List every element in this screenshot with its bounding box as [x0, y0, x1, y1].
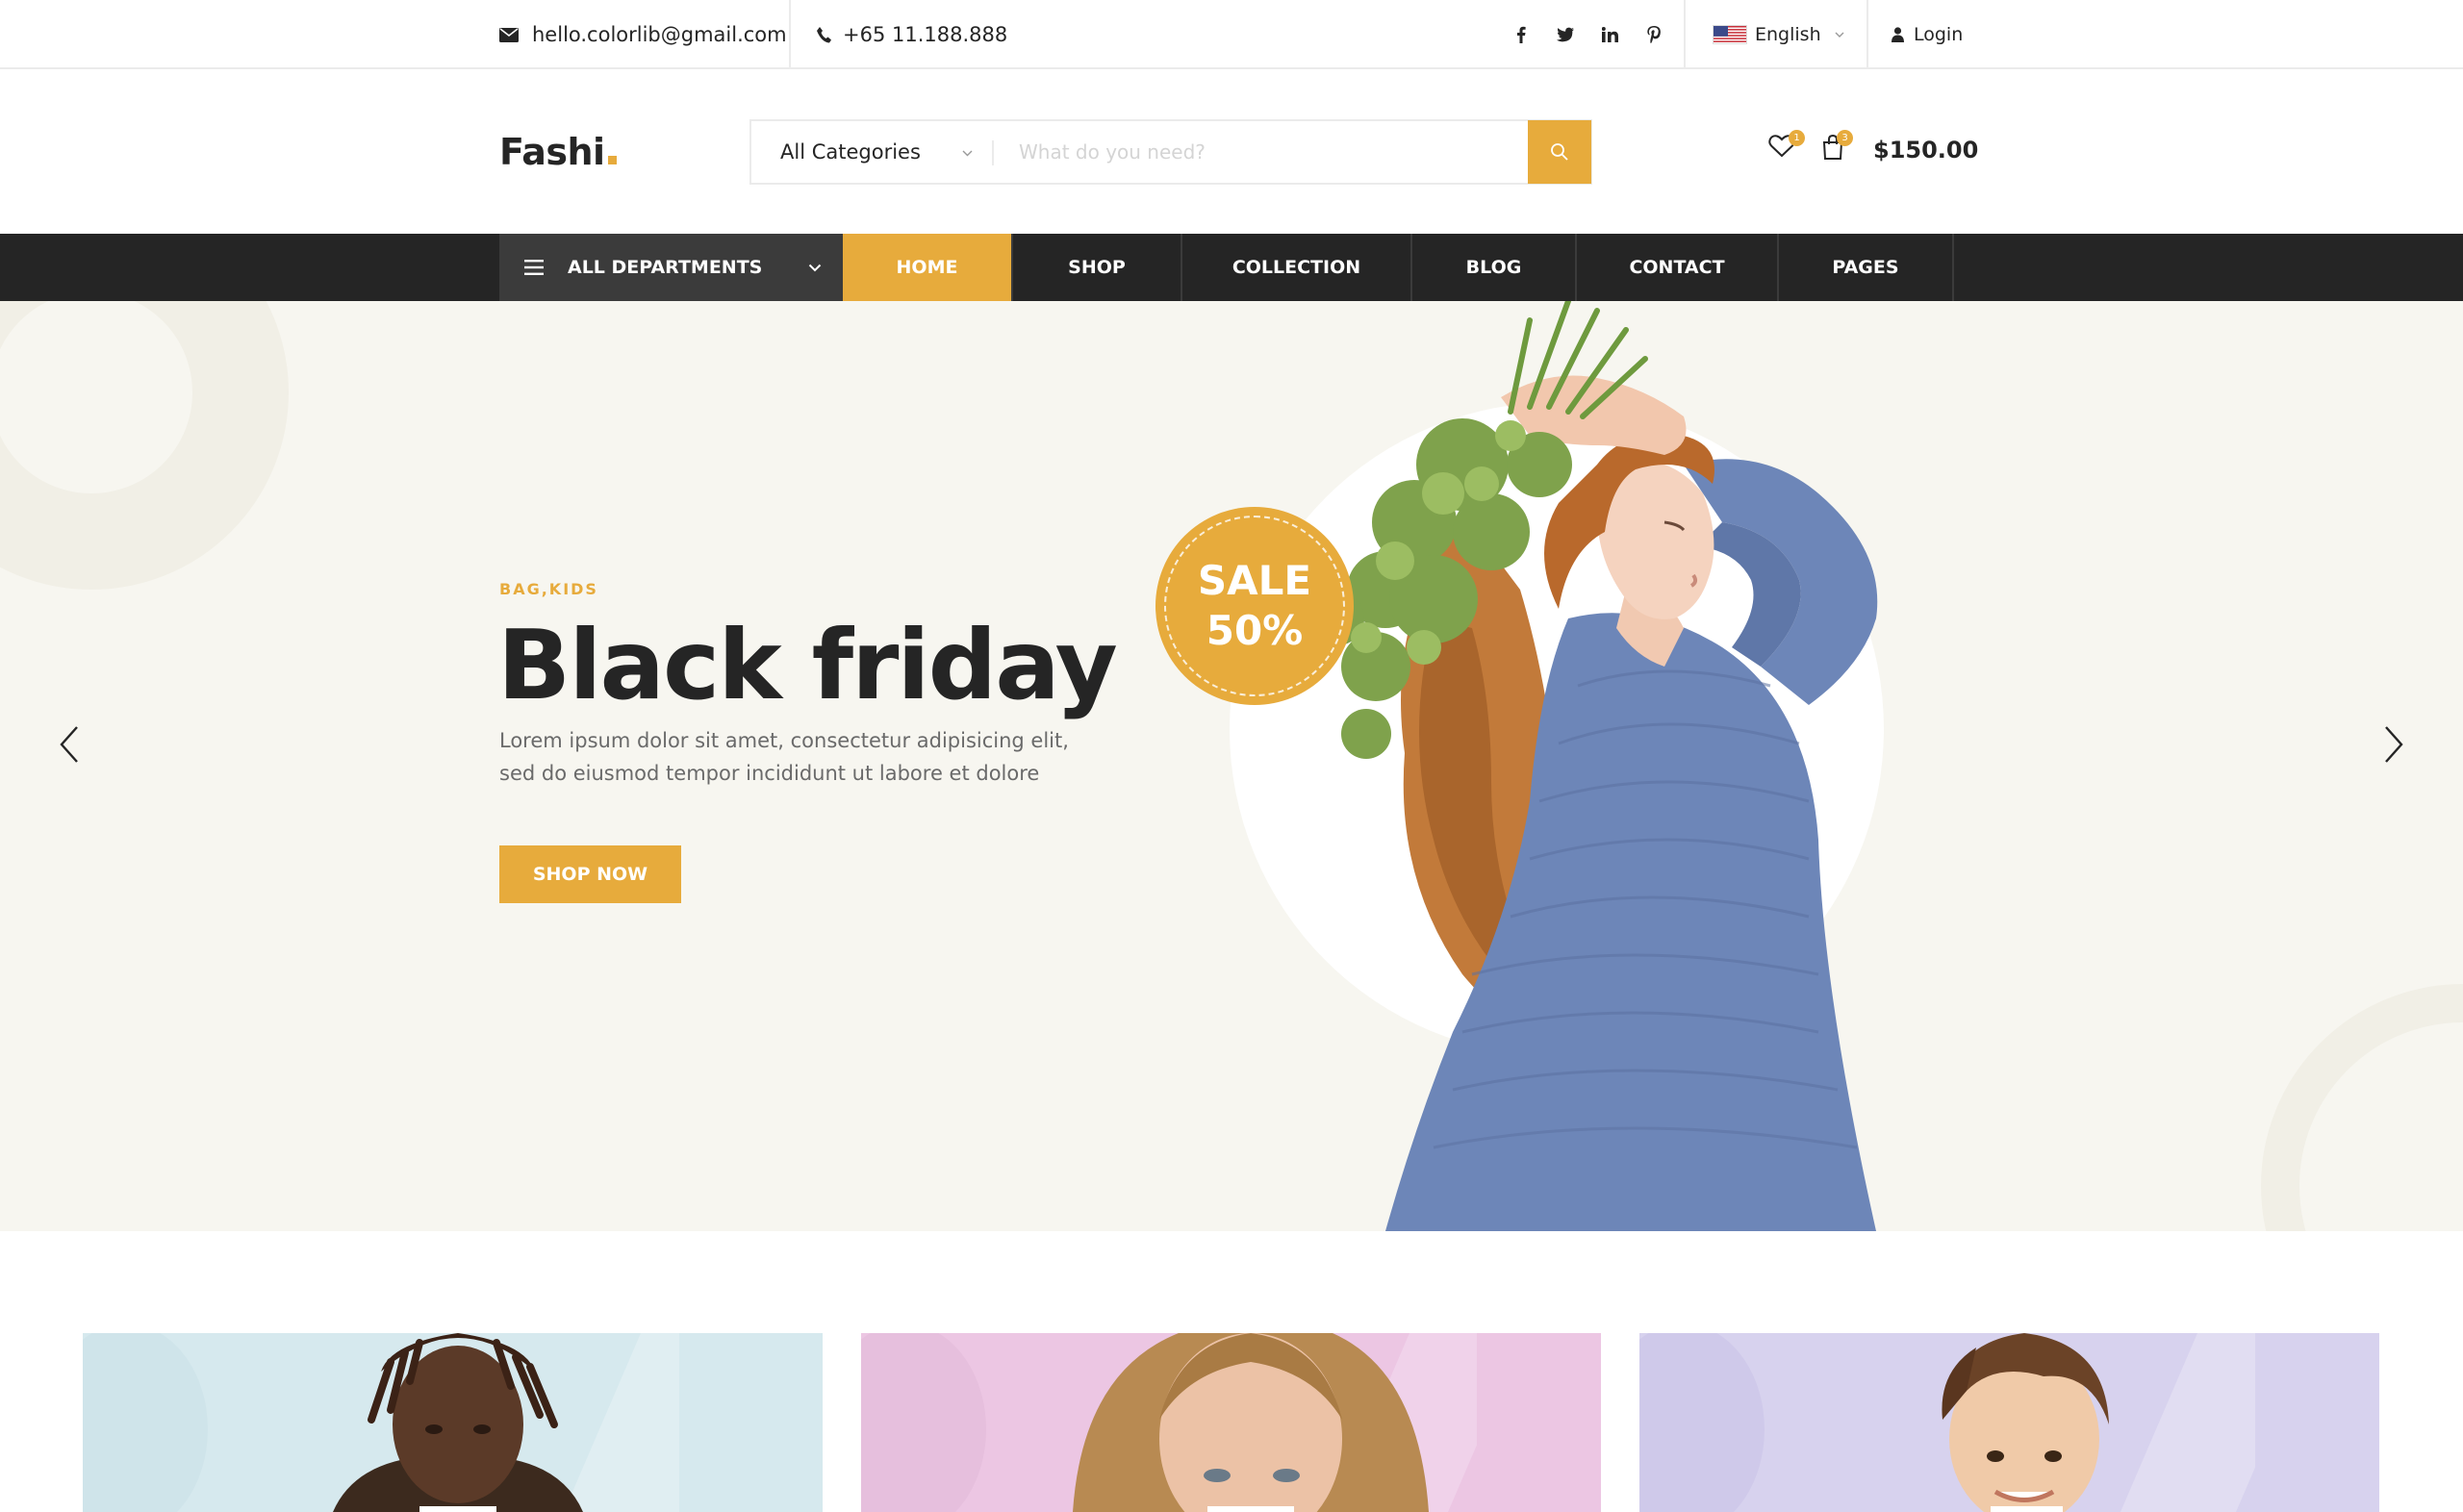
menu-icon [524, 260, 544, 275]
facebook-icon[interactable] [1512, 26, 1530, 43]
decorative-circle [1639, 1333, 1765, 1512]
search-icon [1551, 143, 1568, 161]
cart-total[interactable]: $150.00 [1873, 137, 1978, 164]
site-logo[interactable]: Fashi [499, 131, 617, 173]
envelope-icon [499, 27, 519, 42]
phone-icon [817, 26, 831, 42]
chevron-left-icon[interactable] [58, 724, 81, 765]
nav-collection[interactable]: COLLECTION [1182, 234, 1412, 301]
category-select[interactable]: All Categories [751, 121, 992, 183]
nav-shop[interactable]: SHOP [1013, 234, 1182, 301]
cart-button[interactable]: 3 [1822, 130, 1853, 160]
sale-badge: SALE 50% [1155, 507, 1354, 705]
logo-dot [607, 156, 617, 164]
top-bar: hello.colorlib@gmail.com +65 11.188.888 [0, 0, 2463, 69]
pinterest-icon[interactable] [1645, 26, 1663, 43]
cart-count-badge: 3 [1837, 130, 1853, 146]
email-text: hello.colorlib@gmail.com [532, 23, 787, 46]
logo-text: Fashi [499, 131, 605, 173]
decorative-circle [861, 1333, 986, 1512]
decorative-circle [2261, 984, 2463, 1231]
banner-women-image [1073, 1333, 1477, 1512]
contact-email[interactable]: hello.colorlib@gmail.com [499, 0, 791, 69]
category-label: All Categories [780, 140, 921, 164]
search-input[interactable] [994, 121, 1528, 183]
chevron-down-icon [1835, 32, 1844, 38]
hero-slider: SALE 50% BAG,KIDS Black friday Lorem ips… [0, 301, 2463, 1231]
us-flag-icon [1713, 25, 1747, 44]
sale-label: SALE [1197, 557, 1312, 604]
hero-model-image [1230, 301, 1884, 1231]
twitter-icon[interactable] [1557, 26, 1574, 43]
banner-women[interactable] [861, 1333, 1601, 1512]
banner-men[interactable] [83, 1333, 823, 1512]
nav-blog[interactable]: BLOG [1412, 234, 1577, 301]
chevron-down-icon [808, 264, 822, 272]
nav-contact[interactable]: CONTACT [1577, 234, 1779, 301]
wishlist-count-badge: 1 [1789, 130, 1805, 146]
banner-men-image [333, 1333, 679, 1512]
search-button[interactable] [1528, 120, 1591, 184]
hero-description: Lorem ipsum dolor sit amet, consectetur … [499, 729, 1069, 785]
language-selector[interactable]: English [1684, 0, 1868, 69]
all-departments-dropdown[interactable]: ALL DEPARTMENTS [499, 234, 843, 301]
main-nav: ALL DEPARTMENTS HOME SHOP COLLECTION BLO… [0, 234, 2463, 301]
wishlist-button[interactable]: 1 [1768, 130, 1805, 158]
social-links [1512, 0, 1663, 69]
search-bar: All Categories [749, 119, 1592, 185]
decorative-circle [0, 301, 289, 590]
shop-now-button[interactable]: SHOP NOW [499, 845, 681, 903]
nav-pages[interactable]: PAGES [1779, 234, 1954, 301]
language-label: English [1755, 24, 1821, 45]
chevron-down-icon [962, 150, 973, 157]
departments-label: ALL DEPARTMENTS [568, 257, 763, 278]
login-label: Login [1914, 24, 1964, 45]
banner-kids-image [1942, 1333, 2255, 1512]
sale-percent: 50% [1206, 607, 1304, 654]
login-link[interactable]: Login [1892, 0, 1963, 69]
hero-title: Black friday [497, 609, 1118, 721]
banner-kids[interactable] [1639, 1333, 2379, 1512]
linkedin-icon[interactable] [1601, 26, 1618, 43]
user-icon [1892, 27, 1904, 42]
nav-home[interactable]: HOME [843, 234, 1013, 301]
chevron-right-icon[interactable] [2382, 724, 2405, 765]
phone-text: +65 11.188.888 [843, 23, 1008, 46]
hero-category-tag[interactable]: BAG,KIDS [499, 580, 598, 598]
contact-phone[interactable]: +65 11.188.888 [817, 0, 1007, 69]
decorative-circle [83, 1333, 208, 1512]
